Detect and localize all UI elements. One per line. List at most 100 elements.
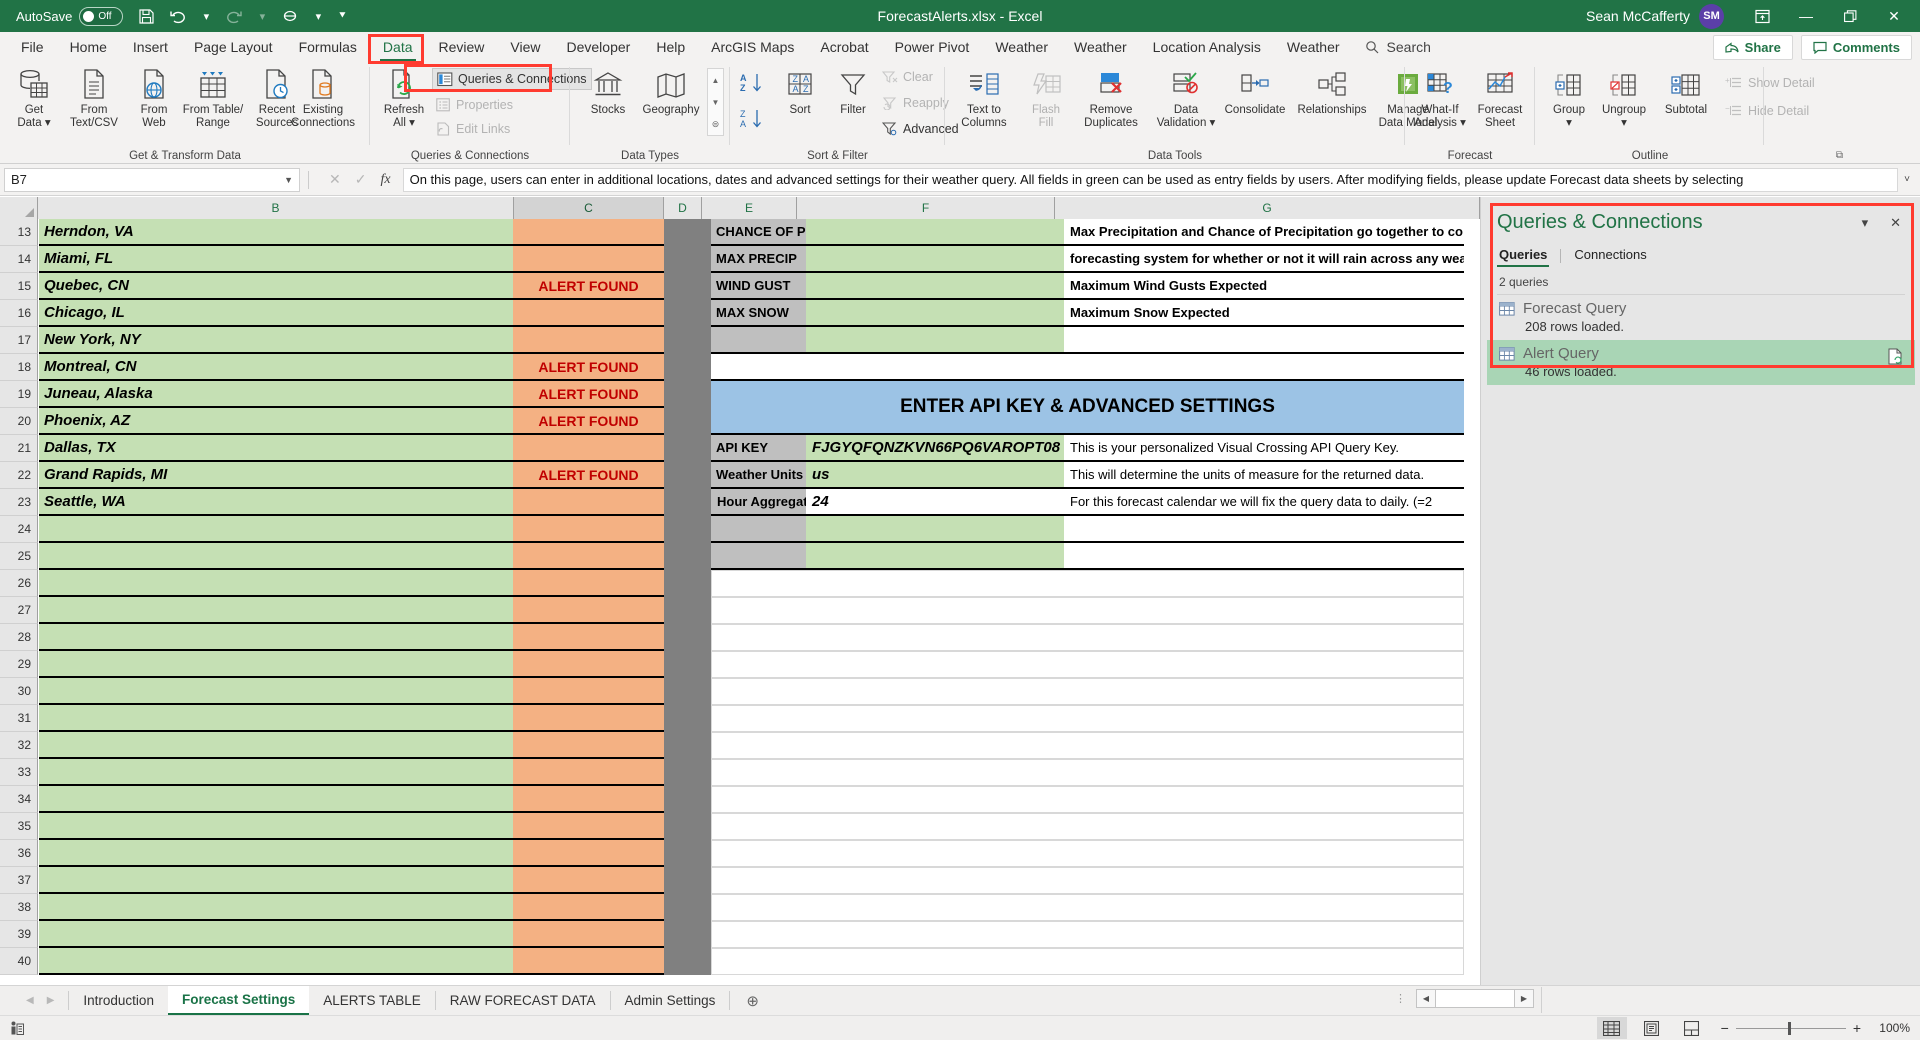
tab-developer[interactable]: Developer xyxy=(554,32,644,62)
cell-row39-blank[interactable] xyxy=(711,921,1464,948)
cell-B25[interactable] xyxy=(39,543,513,570)
row-header-38[interactable]: 38 xyxy=(0,894,38,921)
sheet-tab-raw-forecast-data[interactable]: RAW FORECAST DATA xyxy=(436,986,610,1015)
row-header-30[interactable]: 30 xyxy=(0,678,38,705)
refresh-all-button[interactable]: Refresh All ▾ xyxy=(376,66,432,129)
sort-button[interactable]: ZAAZ Sort xyxy=(772,66,828,117)
undo-dropdown-icon[interactable]: ▾ xyxy=(195,3,217,29)
row-header-29[interactable]: 29 xyxy=(0,651,38,678)
share-button[interactable]: Share xyxy=(1713,35,1793,60)
row-header-20[interactable]: 20 xyxy=(0,408,38,435)
pane-tab-connections[interactable]: Connections xyxy=(1572,244,1648,267)
cell-E17[interactable] xyxy=(711,327,806,354)
get-data-button[interactable]: Get Data ▾ xyxy=(6,66,62,129)
row-header-36[interactable]: 36 xyxy=(0,840,38,867)
avatar[interactable]: SM xyxy=(1699,4,1724,29)
cell-row29-blank[interactable] xyxy=(711,651,1464,678)
cell-B21[interactable]: Dallas, TX xyxy=(39,435,513,462)
column-header-C[interactable]: C xyxy=(514,197,664,219)
close-icon[interactable]: ✕ xyxy=(1890,215,1901,231)
cell-C30[interactable] xyxy=(513,678,664,705)
cell-row28-blank[interactable] xyxy=(711,624,1464,651)
tab-location-analysis[interactable]: Location Analysis xyxy=(1140,32,1274,62)
existing-connections-button[interactable]: Existing Connections xyxy=(283,66,363,129)
row-header-32[interactable]: 32 xyxy=(0,732,38,759)
cell-B28[interactable] xyxy=(39,624,513,651)
name-box[interactable]: B7 ▼ xyxy=(4,168,300,192)
cell-C34[interactable] xyxy=(513,786,664,813)
cell-C33[interactable] xyxy=(513,759,664,786)
autosave-toggle-group[interactable]: AutoSave Off xyxy=(10,3,129,29)
cell-C29[interactable] xyxy=(513,651,664,678)
cell-row33-blank[interactable] xyxy=(711,759,1464,786)
sheet-tab-introduction[interactable]: Introduction xyxy=(69,986,168,1015)
cell-C23[interactable] xyxy=(513,489,664,516)
touch-dropdown-icon[interactable]: ▾ xyxy=(307,3,329,29)
cell-E16[interactable]: MAX SNOW xyxy=(711,300,806,327)
cell-F24[interactable] xyxy=(806,516,1064,543)
cell-C31[interactable] xyxy=(513,705,664,732)
formula-input[interactable]: On this page, users can enter in additio… xyxy=(403,168,1898,192)
row-header-17[interactable]: 17 xyxy=(0,327,38,354)
cell-B34[interactable] xyxy=(39,786,513,813)
row-header-18[interactable]: 18 xyxy=(0,354,38,381)
zoom-handle[interactable] xyxy=(1788,1022,1791,1035)
cell-row37-blank[interactable] xyxy=(711,867,1464,894)
cell-D-band[interactable] xyxy=(664,219,711,975)
row-header-28[interactable]: 28 xyxy=(0,624,38,651)
formula-bar-expand-icon[interactable]: ˅ xyxy=(1898,174,1916,185)
search-box[interactable]: Search xyxy=(1353,39,1443,55)
from-text-csv-button[interactable]: From Text/CSV xyxy=(66,66,122,129)
cell-B20[interactable]: Phoenix, AZ xyxy=(39,408,513,435)
tab-view[interactable]: View xyxy=(497,32,553,62)
filter-button[interactable]: Filter xyxy=(825,66,881,117)
row-header-40[interactable]: 40 xyxy=(0,948,38,975)
gallery-scroll-down-icon[interactable]: ▼ xyxy=(708,91,723,113)
row-header-34[interactable]: 34 xyxy=(0,786,38,813)
cell-C32[interactable] xyxy=(513,732,664,759)
group-button[interactable]: Group ▾ xyxy=(1543,66,1595,129)
column-header-D[interactable]: D xyxy=(664,197,702,219)
cell-C27[interactable] xyxy=(513,597,664,624)
cell-C24[interactable] xyxy=(513,516,664,543)
row-header-23[interactable]: 23 xyxy=(0,489,38,516)
cell-C16[interactable] xyxy=(513,300,664,327)
row-header-27[interactable]: 27 xyxy=(0,597,38,624)
hscroll-right-arrow-icon[interactable]: ▶ xyxy=(1514,989,1534,1008)
sheet-prev-icon[interactable]: ◀ xyxy=(26,995,34,1006)
tab-power-pivot[interactable]: Power Pivot xyxy=(882,32,983,62)
tab-data[interactable]: Data xyxy=(370,32,426,62)
cell-row38-blank[interactable] xyxy=(711,894,1464,921)
spreadsheet-grid[interactable]: B C D E F G 13 14 15 16 17 18 19 20 21 2… xyxy=(0,197,1480,985)
cell-B22[interactable]: Grand Rapids, MI xyxy=(39,462,513,489)
ungroup-button[interactable]: Ungroup ▾ xyxy=(1593,66,1655,129)
tab-file[interactable]: File xyxy=(8,32,57,62)
accessibility-icon[interactable] xyxy=(10,1021,25,1036)
cell-C19[interactable]: ALERT FOUND xyxy=(513,381,664,408)
zoom-in-button[interactable]: + xyxy=(1853,1020,1861,1036)
tab-weather-2[interactable]: Weather xyxy=(1061,32,1140,62)
cell-row32-blank[interactable] xyxy=(711,732,1464,759)
tab-weather-3[interactable]: Weather xyxy=(1274,32,1353,62)
cell-E23[interactable]: Hour Aggregation Level xyxy=(711,489,806,516)
row-header-24[interactable]: 24 xyxy=(0,516,38,543)
cell-F25[interactable] xyxy=(806,543,1064,570)
relationships-button[interactable]: Relationships xyxy=(1291,66,1373,117)
gallery-more-icon[interactable]: ⊜ xyxy=(708,113,723,135)
row-header-37[interactable]: 37 xyxy=(0,867,38,894)
customize-qat-icon[interactable]: ⯆ xyxy=(331,3,353,29)
gallery-scroll-up-icon[interactable]: ▲ xyxy=(708,69,723,91)
row-header-25[interactable]: 25 xyxy=(0,543,38,570)
hscroll-left-arrow-icon[interactable]: ◀ xyxy=(1416,989,1436,1008)
scroll-split-handle-icon[interactable]: ⋮ xyxy=(1385,992,1416,1005)
zoom-slider[interactable]: − + 100% xyxy=(1721,1020,1910,1036)
ribbon-display-options-icon[interactable] xyxy=(1740,0,1784,32)
normal-view-icon[interactable] xyxy=(1597,1017,1627,1039)
outline-dialog-launcher-icon[interactable]: ⧉ xyxy=(1836,150,1843,161)
cell-B27[interactable] xyxy=(39,597,513,624)
cell-B30[interactable] xyxy=(39,678,513,705)
cell-B26[interactable] xyxy=(39,570,513,597)
cell-B13[interactable]: Herndon, VA xyxy=(39,219,513,246)
row-header-19[interactable]: 19 xyxy=(0,381,38,408)
cell-F15[interactable] xyxy=(806,273,1064,300)
